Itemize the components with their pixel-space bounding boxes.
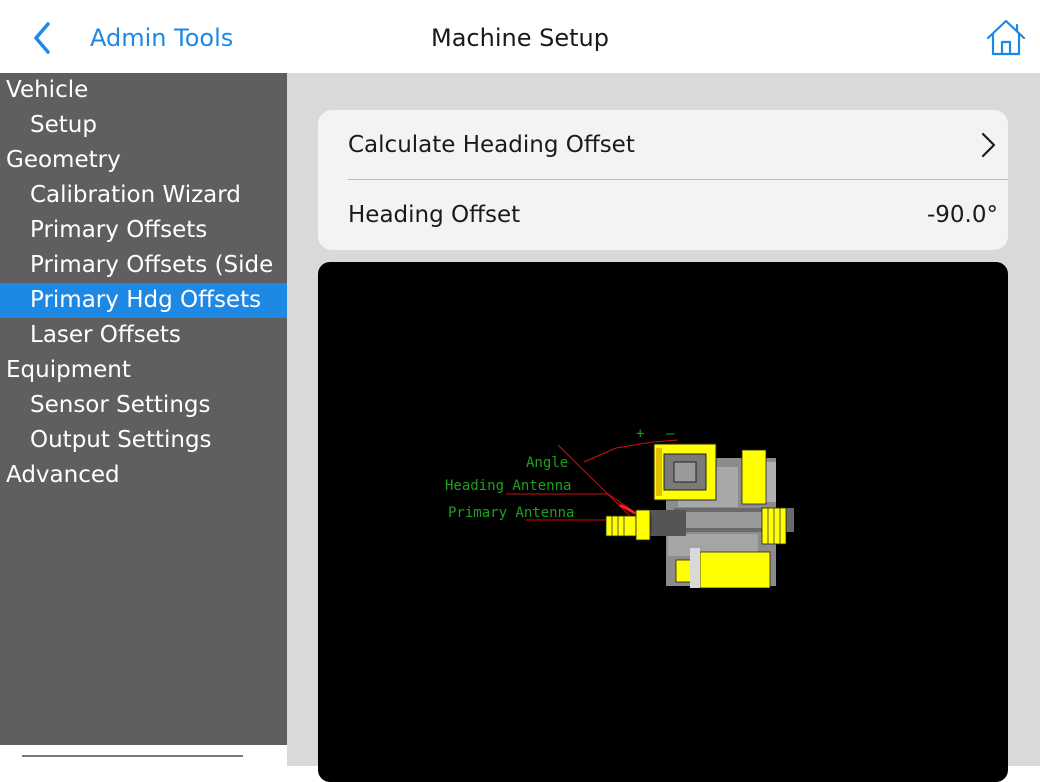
calculate-heading-offset-row[interactable]: Calculate Heading Offset bbox=[348, 110, 1008, 180]
sidebar-footer bbox=[0, 745, 287, 766]
heading-offset-label: Heading Offset bbox=[348, 202, 521, 228]
page-title-text: Machine Setup bbox=[431, 24, 609, 52]
sidebar-item-sensor-settings[interactable]: Sensor Settings bbox=[0, 388, 287, 423]
back-button[interactable]: Admin Tools bbox=[28, 18, 233, 58]
minus-label: — bbox=[666, 426, 675, 442]
home-icon bbox=[986, 19, 1026, 56]
plus-label: + bbox=[636, 426, 644, 442]
primary-antenna-label: Primary Antenna bbox=[448, 505, 574, 521]
sidebar-item-primary-hdg-offsets[interactable]: Primary Hdg Offsets bbox=[0, 283, 287, 318]
main-panel: Calculate Heading Offset Heading Offset … bbox=[287, 73, 1040, 782]
sidebar-item-setup[interactable]: Setup bbox=[0, 108, 287, 143]
machine-diagram-viewer[interactable]: + — Angle Heading Antenna Primary Antenn… bbox=[318, 262, 1008, 782]
sidebar-item-primary-offsets[interactable]: Primary Offsets bbox=[0, 213, 287, 248]
sidebar: Vehicle Setup Geometry Calibration Wizar… bbox=[0, 73, 287, 766]
back-label: Admin Tools bbox=[90, 24, 234, 52]
sidebar-item-calibration-wizard[interactable]: Calibration Wizard bbox=[0, 178, 287, 213]
machine-diagram: + — Angle Heading Antenna Primary Antenn… bbox=[445, 426, 794, 589]
sidebar-section-geometry[interactable]: Geometry bbox=[0, 143, 287, 178]
heading-antenna-label: Heading Antenna bbox=[445, 478, 571, 494]
sidebar-section-advanced[interactable]: Advanced bbox=[0, 458, 287, 493]
sidebar-item-laser-offsets[interactable]: Laser Offsets bbox=[0, 318, 287, 353]
heading-offset-value: -90.0° bbox=[926, 202, 998, 228]
heading-offset-row: Heading Offset -90.0° bbox=[348, 180, 1008, 250]
top-bar: Admin Tools Machine Setup bbox=[0, 0, 1040, 73]
sidebar-item-primary-offsets-side[interactable]: Primary Offsets (Side bbox=[0, 248, 287, 283]
calculate-heading-offset-label: Calculate Heading Offset bbox=[348, 132, 635, 158]
machine-body bbox=[605, 443, 794, 589]
chevron-left-icon bbox=[34, 22, 50, 54]
angle-label: Angle bbox=[526, 455, 568, 471]
sidebar-footer-divider bbox=[22, 755, 243, 757]
sidebar-item-output-settings[interactable]: Output Settings bbox=[0, 423, 287, 458]
home-button[interactable] bbox=[984, 16, 1028, 60]
sidebar-section-vehicle[interactable]: Vehicle bbox=[0, 73, 287, 108]
heading-settings-card: Calculate Heading Offset Heading Offset … bbox=[318, 110, 1008, 250]
chevron-right-icon bbox=[981, 132, 996, 158]
sidebar-section-equipment[interactable]: Equipment bbox=[0, 353, 287, 388]
